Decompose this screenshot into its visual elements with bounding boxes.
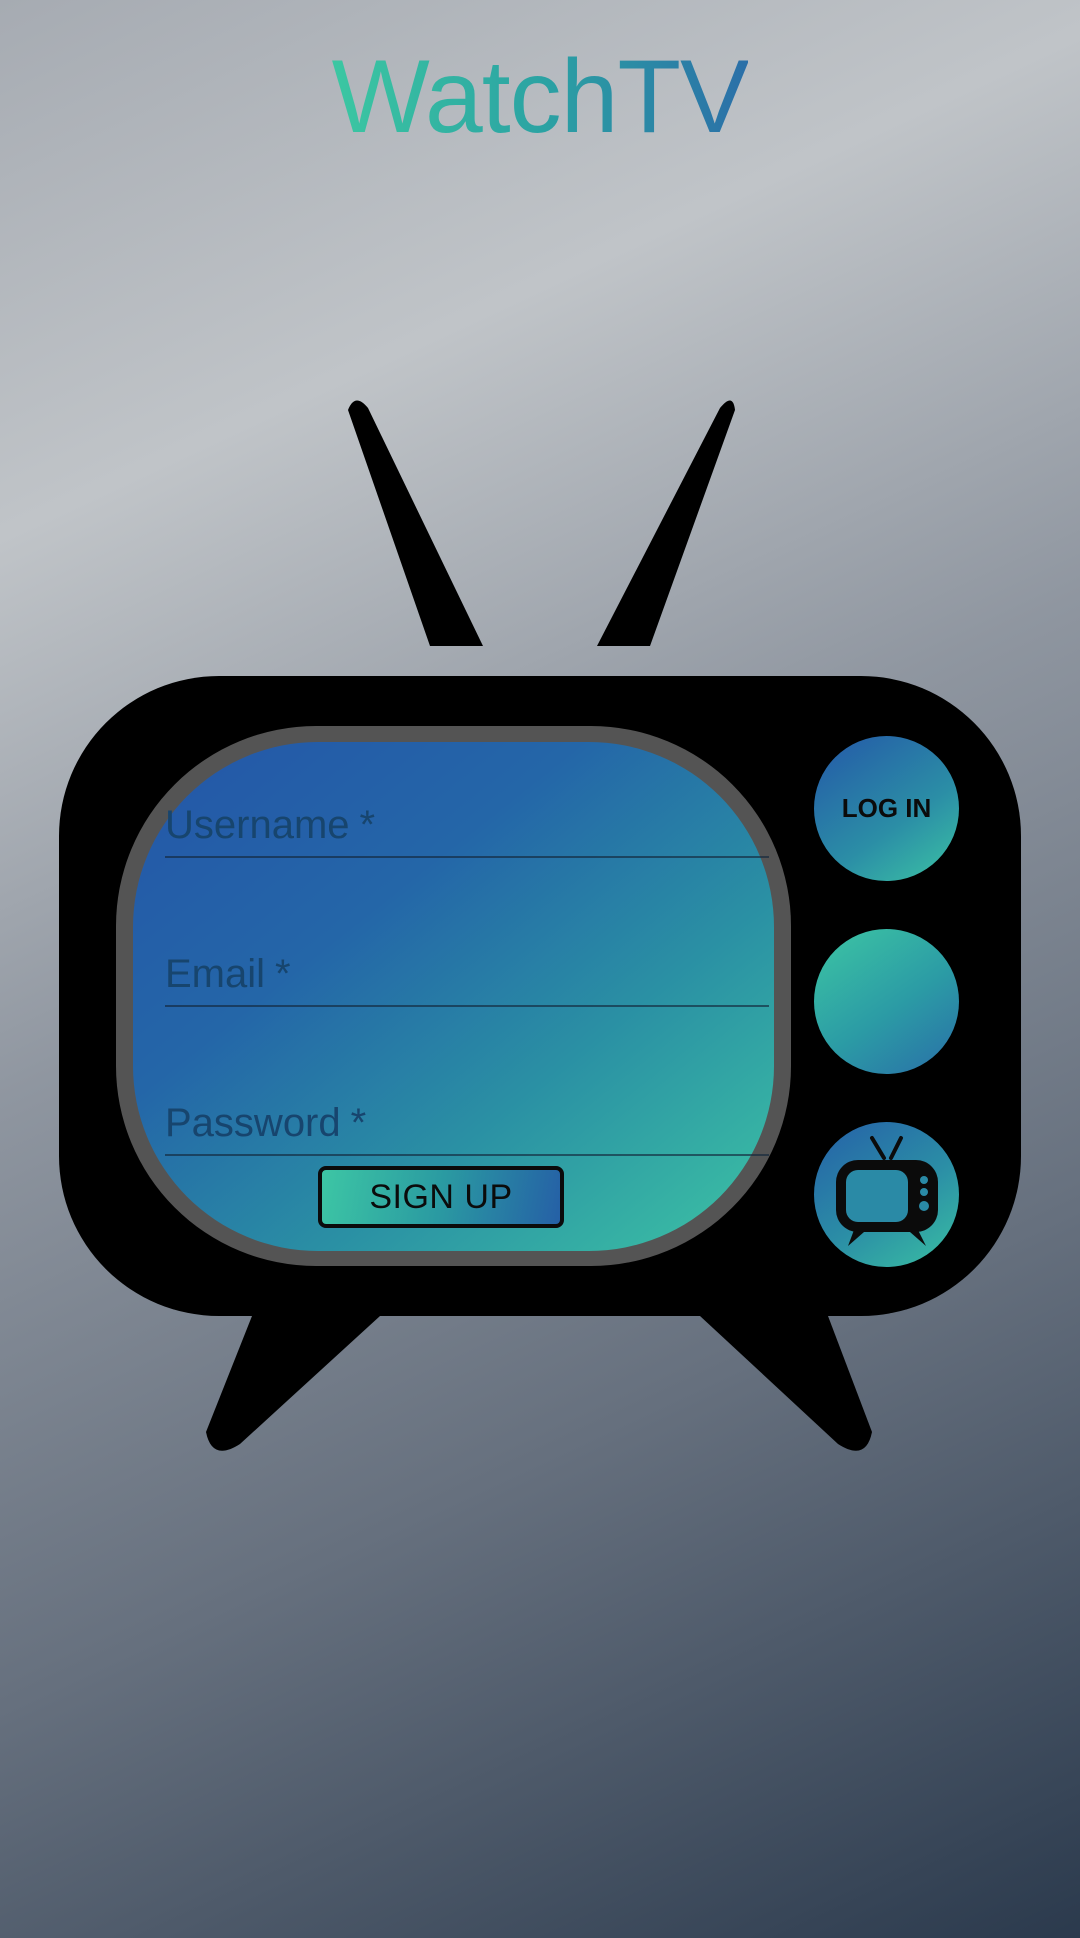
email-field[interactable]: Email * bbox=[165, 925, 769, 1007]
login-button-label: LOG IN bbox=[841, 793, 932, 823]
channel-knob-button[interactable] bbox=[814, 929, 959, 1074]
username-field[interactable]: Username * bbox=[165, 776, 769, 858]
signup-button-label: SIGN UP bbox=[369, 1177, 513, 1216]
leg-left bbox=[206, 1316, 380, 1451]
username-label: Username * bbox=[165, 803, 376, 847]
email-label: Email * bbox=[165, 952, 291, 996]
tv-icon bbox=[836, 1136, 938, 1246]
password-field[interactable]: Password * bbox=[165, 1074, 769, 1156]
login-button[interactable]: LOG IN bbox=[814, 736, 959, 881]
signup-button[interactable]: SIGN UP bbox=[318, 1166, 564, 1228]
password-label: Password * bbox=[165, 1101, 367, 1145]
antenna-left bbox=[348, 400, 483, 646]
tv-icon-button[interactable] bbox=[814, 1122, 959, 1267]
leg-right bbox=[700, 1316, 872, 1451]
antenna-right bbox=[597, 400, 735, 646]
